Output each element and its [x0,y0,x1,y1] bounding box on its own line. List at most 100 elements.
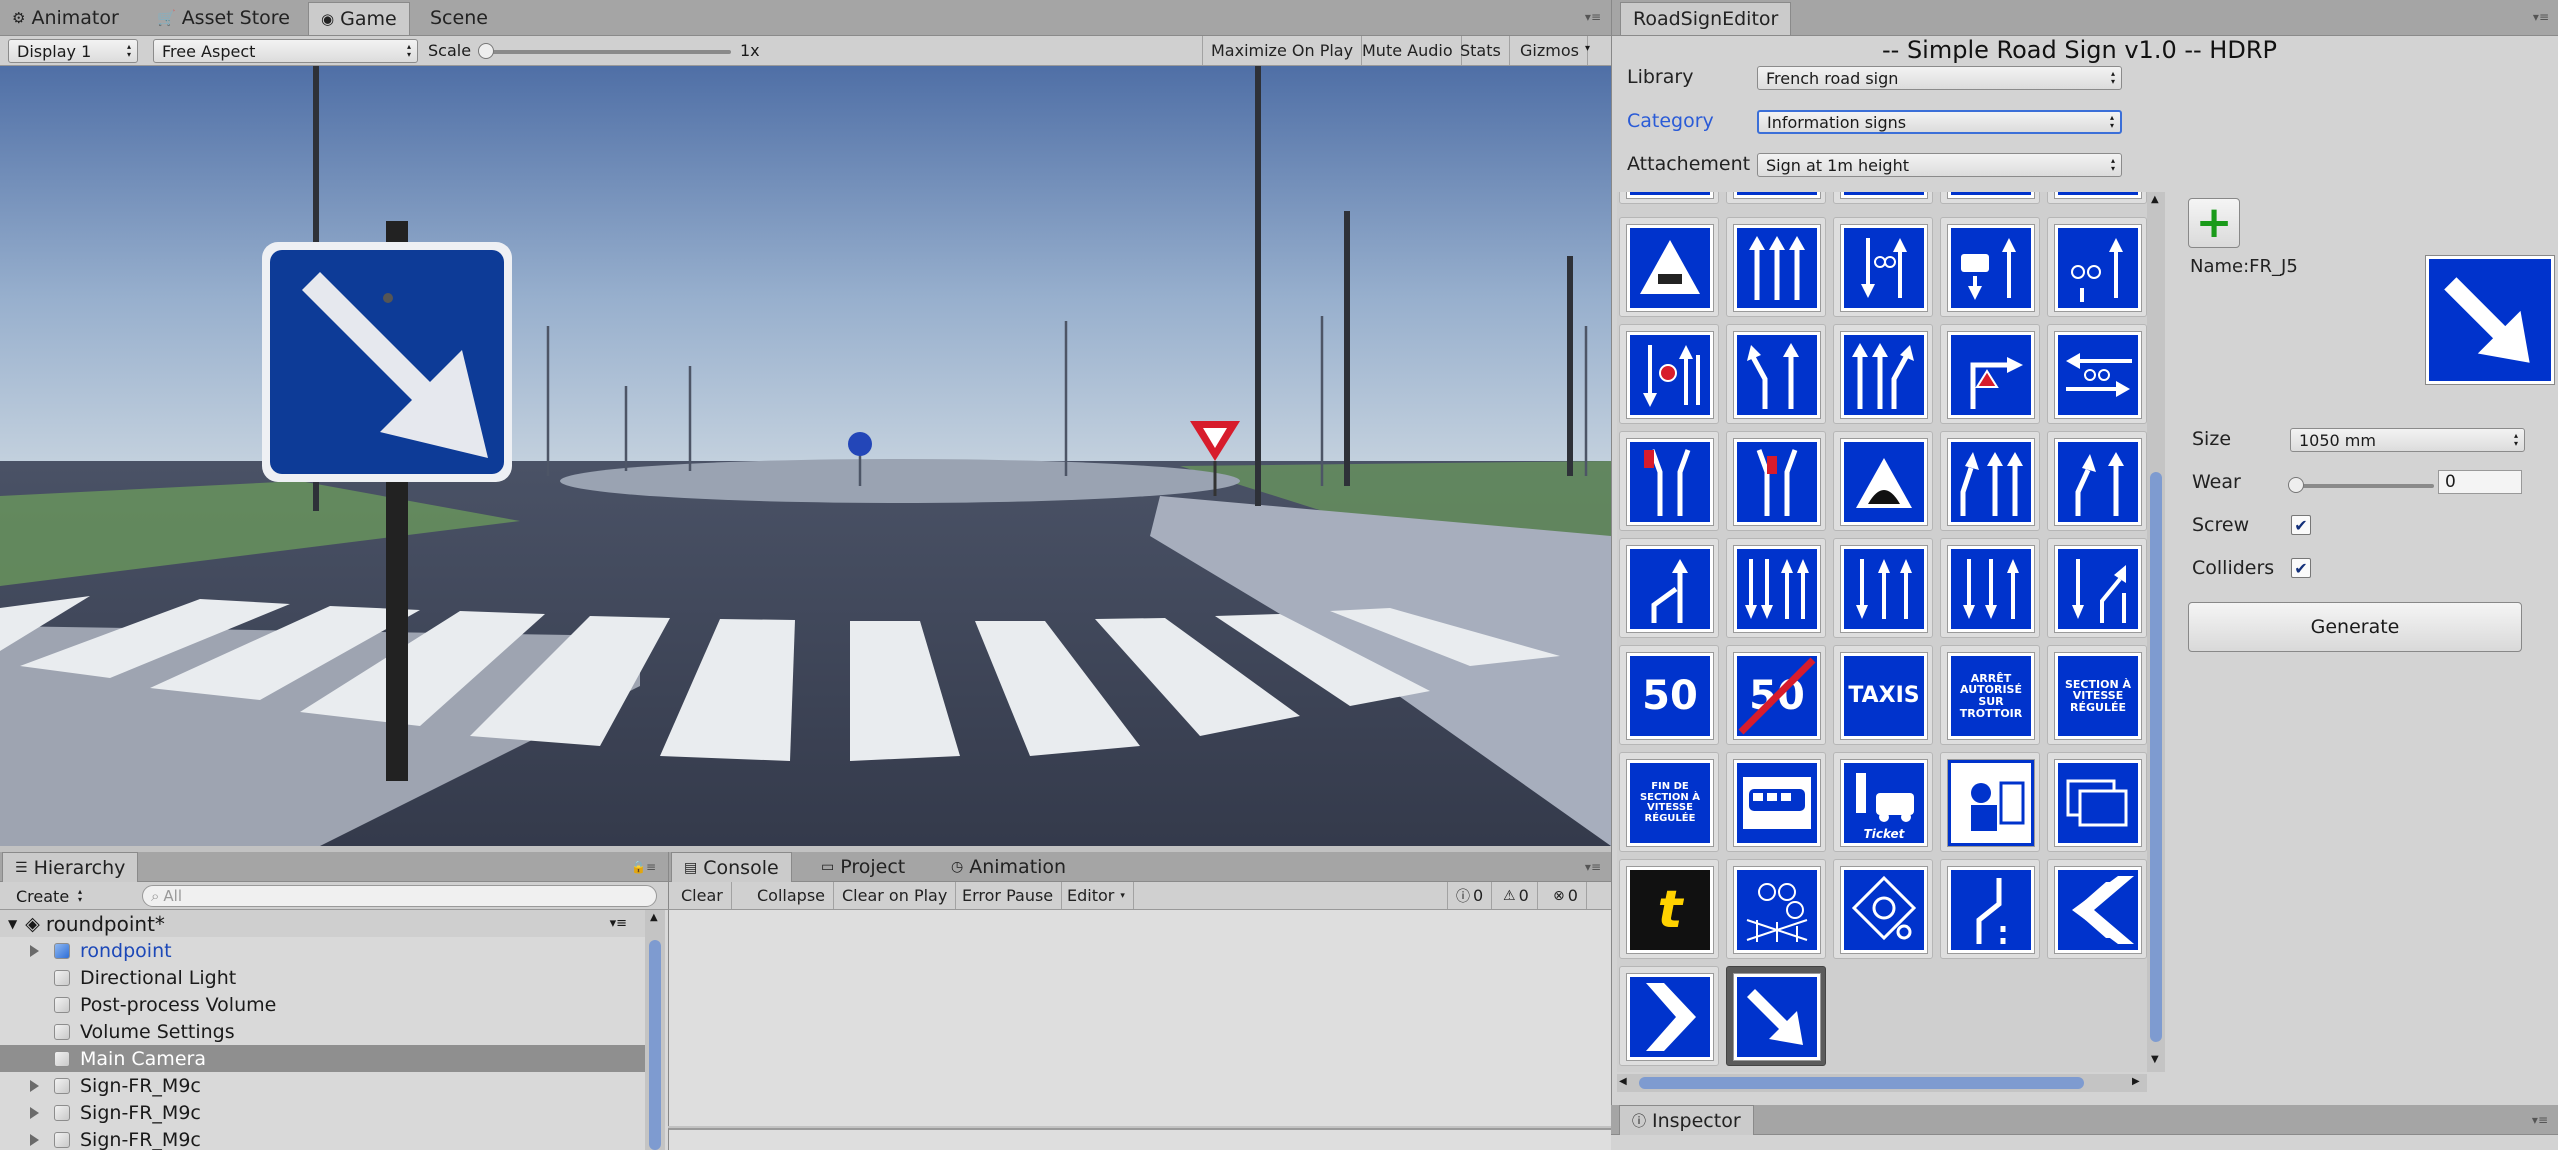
sign-cell-three-lanes-b[interactable] [1940,431,2040,531]
sign-cell-four-lanes[interactable] [1726,538,1826,638]
attachement-dropdown[interactable]: Sign at 1m height [1757,153,2122,177]
clear-on-play-toggle[interactable]: Clear on Play [834,882,957,909]
sign-cell-fin-section[interactable]: FIN DE SECTION À VITESSE RÉGULÉE [1619,752,1719,852]
wear-value-field[interactable]: 0 [2438,470,2522,494]
sign-grid-vscroll[interactable]: ▲ ▼ [2147,192,2165,1072]
sign-cell-end-speed-50[interactable]: 50 [1726,645,1826,745]
sign-cell-bus-lane[interactable] [1940,217,2040,317]
sign-cell-speed-50[interactable]: 50 [1619,645,1719,745]
add-sign-button[interactable]: + [2188,198,2240,248]
hierarchy-item[interactable]: Sign-FR_M9c [0,1099,645,1126]
error-pause-toggle[interactable]: Error Pause [954,882,1063,909]
hierarchy-scroll-up-icon[interactable]: ▲ [650,912,658,923]
sign-cell-lane-merge-left[interactable] [1726,324,1826,424]
log-count-toggle[interactable]: ⓘ 0 [1447,882,1493,909]
sign-cell-bike-lanes[interactable] [1833,217,1933,317]
tab-game[interactable]: ◉ Game [308,2,410,35]
sign-cell-ticket-parking[interactable]: Ticket [1833,752,1933,852]
wear-slider-track[interactable] [2296,484,2434,488]
sign-cell-taxis[interactable]: TAXIS [1833,645,1933,745]
tab-animator[interactable]: ⚙ Animator [0,0,131,35]
editor-menu-icon[interactable]: ▾≡ [2533,10,2549,24]
sign-cell-no-entry-lanes[interactable] [1619,324,1719,424]
sign-cell-toll-booth[interactable] [1940,752,2040,852]
sign-cell-three-lanes-d[interactable] [1940,538,2040,638]
hierarchy-item-selected[interactable]: Main Camera [0,1045,645,1072]
sign-cell-three-lanes-c[interactable] [1833,538,1933,638]
console-log-area[interactable] [668,910,1611,1126]
panel-menu-icon[interactable]: ▾≡ [1585,10,1601,24]
tab-inspector[interactable]: ⓘ Inspector [1619,1105,1754,1135]
library-dropdown[interactable]: French road sign [1757,66,2122,90]
hierarchy-item[interactable]: Directional Light [0,964,645,991]
mute-audio-toggle[interactable]: Mute Audio [1354,36,1462,65]
sign-cell-lane-split[interactable] [1833,324,1933,424]
tab-asset-store[interactable]: 🛒 Asset Store [145,0,302,35]
tab-project[interactable]: ▭ Project [809,852,917,881]
hscroll-left-icon[interactable]: ◀ [1619,1076,1627,1087]
tab-console[interactable]: ▤ Console [671,852,792,882]
sign-cell-chicane[interactable] [1940,859,2040,959]
aspect-dropdown[interactable]: Free Aspect [153,39,418,63]
colliders-checkbox[interactable]: ✔ [2291,558,2311,578]
sign-cell-two-lanes-merge[interactable] [2047,431,2147,531]
sign-cell-card-payment[interactable] [2047,752,2147,852]
scale-slider-track[interactable] [486,50,731,54]
maximize-on-play-toggle[interactable]: Maximize On Play [1202,36,1363,65]
sign-cell-tram-triangle[interactable] [1619,217,1719,317]
sign-cell-fr-j5-selected[interactable] [1726,966,1826,1066]
hierarchy-item[interactable]: Sign-FR_M9c [0,1126,645,1150]
editor-dropdown[interactable]: Editor ▾ [1059,882,1134,909]
console-detail-area[interactable] [668,1128,1611,1150]
category-dropdown[interactable]: Information signs [1757,110,2122,134]
hscroll-thumb[interactable] [1639,1077,2084,1089]
sign-cell-bus[interactable] [1726,752,1826,852]
tab-road-sign-editor[interactable]: RoadSignEditor [1620,2,1792,35]
sign-cell-chevron-right[interactable] [1619,966,1719,1066]
tab-scene[interactable]: Scene [418,0,500,35]
clear-button[interactable]: Clear [673,882,732,909]
create-dropdown[interactable]: Create [8,885,88,907]
hierarchy-item[interactable]: Post-process Volume [0,991,645,1018]
gizmos-dropdown[interactable]: Gizmos [1512,36,1588,65]
sign-cell-bike-lane-2[interactable] [2047,217,2147,317]
sign-cell-lane-end-left[interactable] [1619,431,1719,531]
game-view[interactable] [0,66,1611,846]
hierarchy-item[interactable]: Volume Settings [0,1018,645,1045]
sign-cell-euro-net[interactable] [1726,859,1826,959]
hierarchy-search[interactable]: ⌕ All [142,885,657,907]
sign-cell[interactable] [2047,192,2147,204]
sign-cell-three-lanes[interactable] [1726,217,1826,317]
tab-hierarchy[interactable]: ☰ Hierarchy [2,852,139,882]
sign-cell-speed-bump[interactable] [1833,431,1933,531]
vscroll-thumb[interactable] [2150,472,2162,1042]
sign-cell-bike-contra-flow[interactable] [2047,324,2147,424]
sign-cell-two-lanes-split[interactable] [2047,538,2147,638]
size-dropdown[interactable]: 1050 mm [2290,428,2525,452]
error-count-toggle[interactable]: ⊗ 0 [1545,882,1587,909]
scale-slider-thumb[interactable] [478,43,494,59]
warning-count-toggle[interactable]: ⚠ 0 [1495,882,1538,909]
generate-button[interactable]: Generate [2188,602,2522,652]
hierarchy-scroll-thumb[interactable] [649,940,661,1150]
sign-cell-t-tramway[interactable]: t [1619,859,1719,959]
sign-cell[interactable] [1940,192,2040,204]
sign-cell-section-vitesse[interactable]: SECTION À VITESSE RÉGULÉE [2047,645,2147,745]
collapse-toggle[interactable]: Collapse [749,882,834,909]
hierarchy-item[interactable]: Sign-FR_M9c [0,1072,645,1099]
hierarchy-scrollbar[interactable]: ▲ [645,910,665,1150]
sign-cell-right-turn-warning[interactable] [1940,324,2040,424]
screw-checkbox[interactable]: ✔ [2291,515,2311,535]
sign-cell-chevron-left[interactable] [2047,859,2147,959]
sign-cell-lane-end-right[interactable] [1726,431,1826,531]
inspector-menu-icon[interactable]: ▾≡ [2532,1113,2548,1127]
scene-row[interactable]: ▼ ◈ roundpoint* ▾≡ [0,910,645,937]
sign-cell[interactable] [1833,192,1933,204]
tab-animation[interactable]: ◷ Animation [939,852,1078,881]
sign-cell-euro-card[interactable] [1833,859,1933,959]
hierarchy-item[interactable]: rondpoint [0,937,645,964]
sign-cell[interactable] [1726,192,1826,204]
vscroll-down-icon[interactable]: ▼ [2151,1054,2159,1065]
sign-cell-lane-add[interactable] [1619,538,1719,638]
stats-toggle[interactable]: Stats [1452,36,1510,65]
